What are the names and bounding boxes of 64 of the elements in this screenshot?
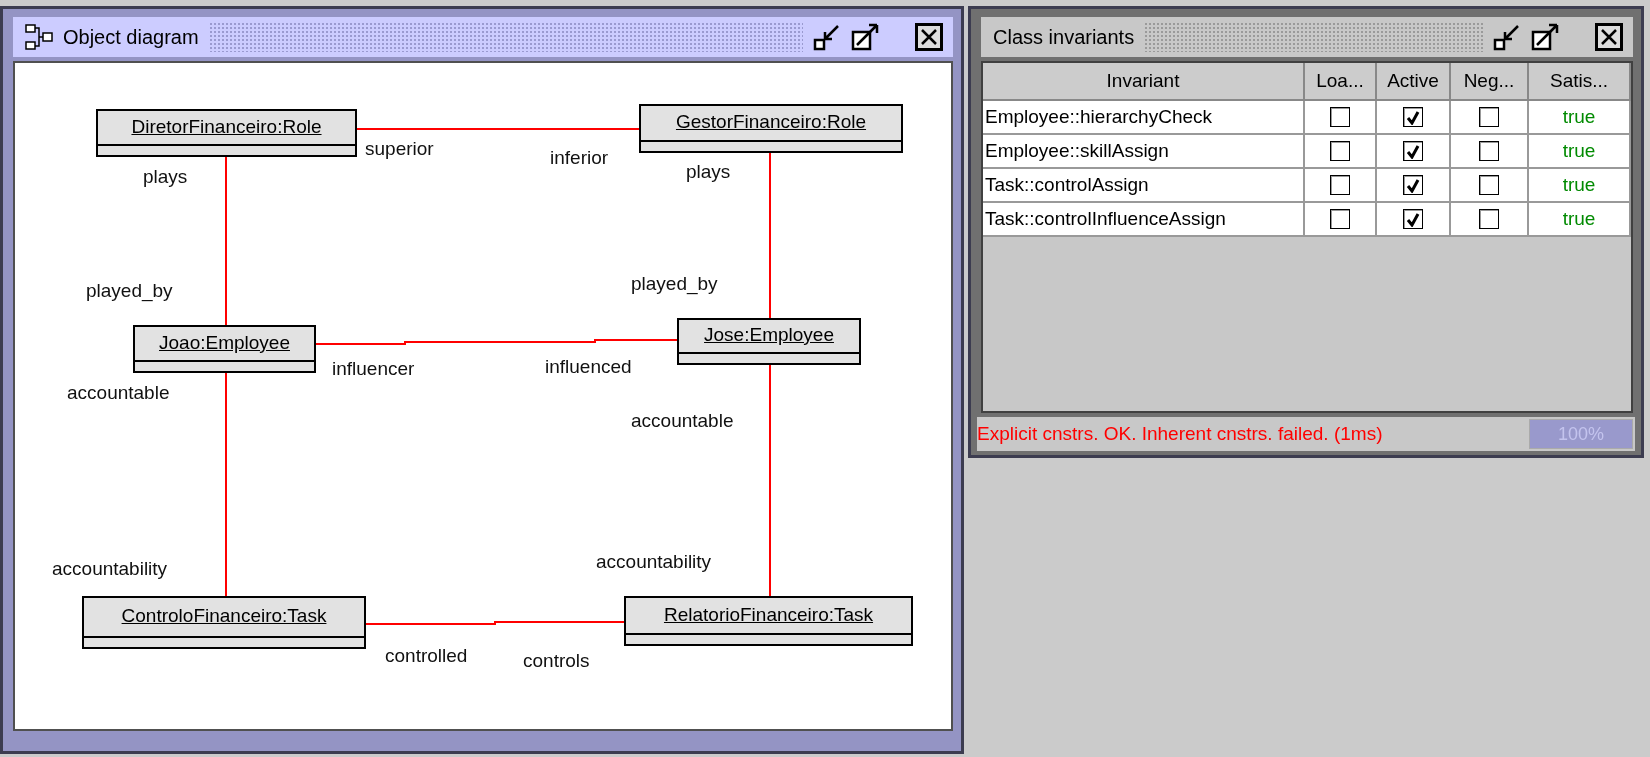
object-name: ControloFinanceiro:Task	[120, 604, 328, 628]
role-label: superior	[365, 138, 434, 160]
role-label: plays	[143, 166, 188, 188]
column-header[interactable]: Active	[1377, 63, 1451, 101]
checkbox[interactable]	[1403, 175, 1423, 195]
title-bar[interactable]: Class invariants	[981, 17, 1633, 57]
diagram-icon	[25, 23, 53, 51]
object-name: RelatorioFinanceiro:Task	[662, 602, 875, 627]
column-header[interactable]: Satis...	[1529, 63, 1631, 101]
checkbox[interactable]	[1330, 175, 1350, 195]
column-header[interactable]: Neg...	[1451, 63, 1529, 101]
minimize-icon[interactable]	[1493, 22, 1521, 52]
table-cell: Task::controlAssign	[983, 169, 1305, 203]
minimize-icon[interactable]	[813, 22, 841, 52]
table-cell: true	[1529, 101, 1631, 135]
table-cell: Employee::skillAssign	[983, 135, 1305, 169]
role-label: played_by	[86, 280, 173, 302]
role-label: influencer	[332, 358, 415, 380]
status-message: Explicit cnstrs. OK. Inherent cnstrs. failed. (1ms)	[977, 423, 1384, 445]
role-label: played_by	[631, 273, 718, 295]
title-bar[interactable]: Object diagram	[13, 17, 953, 57]
role-label: accountability	[52, 558, 168, 580]
object-box[interactable]: RelatorioFinanceiro:Task	[624, 596, 913, 646]
role-label: accountable	[67, 382, 170, 404]
checkbox[interactable]	[1479, 209, 1499, 229]
object-name: Jose:Employee	[703, 323, 835, 347]
table-cell: Employee::hierarchyCheck	[983, 101, 1305, 135]
window-title: Class invariants	[993, 25, 1135, 49]
table-cell: Task::controlInfluenceAssign	[983, 203, 1305, 237]
checkbox[interactable]	[1479, 107, 1499, 127]
checkbox[interactable]	[1479, 141, 1499, 161]
checkbox[interactable]	[1330, 141, 1350, 161]
object-box[interactable]: GestorFinanceiro:Role	[639, 104, 903, 153]
object-name: GestorFinanceiro:Role	[674, 110, 868, 134]
object-box[interactable]: Jose:Employee	[677, 318, 861, 365]
role-label: controls	[523, 650, 590, 672]
close-icon[interactable]	[915, 23, 943, 51]
role-label: controlled	[385, 645, 468, 667]
checkbox[interactable]	[1403, 209, 1423, 229]
role-label: plays	[686, 161, 731, 183]
role-label: accountability	[596, 551, 712, 573]
role-label: inferior	[550, 147, 609, 169]
column-header[interactable]: Invariant	[983, 63, 1305, 101]
checkbox[interactable]	[1479, 175, 1499, 195]
maximize-icon[interactable]	[1531, 22, 1561, 52]
role-label: influenced	[545, 356, 632, 378]
maximize-icon[interactable]	[851, 22, 881, 52]
table-cell: true	[1529, 203, 1631, 237]
object-name: DiretorFinanceiro:Role	[130, 114, 323, 139]
drag-grip[interactable]	[1144, 22, 1483, 52]
object-box[interactable]: DiretorFinanceiro:Role	[96, 109, 357, 157]
window-title: Object diagram	[63, 25, 199, 49]
checkbox[interactable]	[1403, 107, 1423, 127]
column-header[interactable]: Loa...	[1305, 63, 1377, 101]
table-cell: true	[1529, 169, 1631, 203]
checkbox[interactable]	[1330, 209, 1350, 229]
object-name: Joao:Employee	[158, 330, 291, 355]
table-cell: true	[1529, 135, 1631, 169]
checkbox[interactable]	[1403, 141, 1423, 161]
object-box[interactable]: ControloFinanceiro:Task	[82, 596, 366, 649]
checkbox[interactable]	[1330, 107, 1350, 127]
object-box[interactable]: Joao:Employee	[133, 325, 316, 373]
close-icon[interactable]	[1595, 23, 1623, 51]
role-label: accountable	[631, 410, 734, 432]
